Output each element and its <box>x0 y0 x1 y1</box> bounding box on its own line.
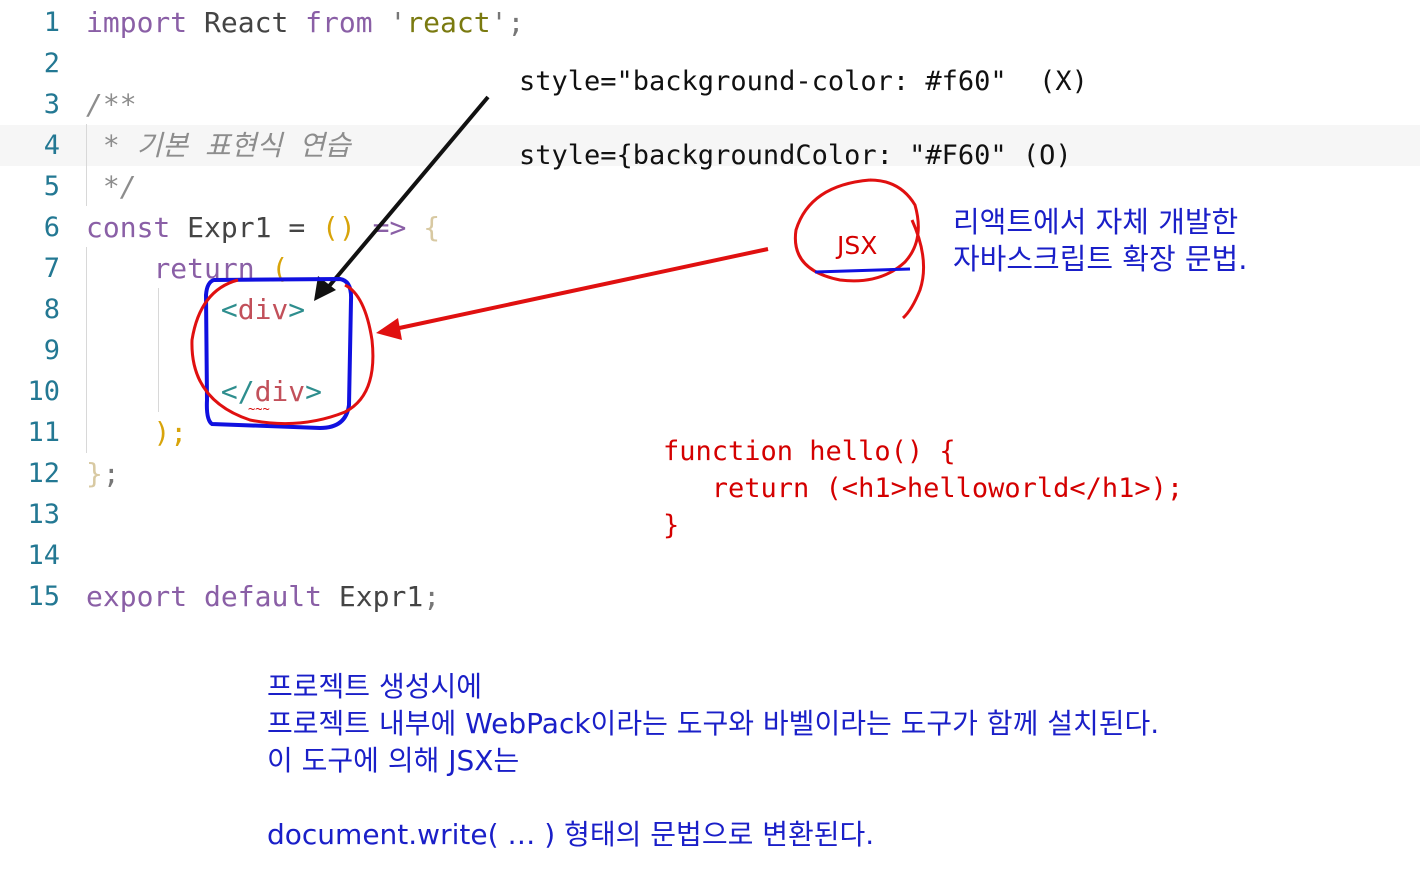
example-code-line-1: function hello() { <box>663 436 956 467</box>
bottom-note-line-1: 프로젝트 생성시에 <box>267 670 482 703</box>
blue-box-marker <box>203 276 354 431</box>
black-arrow-line <box>323 95 490 293</box>
red-arrow-line <box>389 247 769 332</box>
bottom-note-line-4: document.write( … ) 형태의 문법으로 변환된다. <box>267 818 875 851</box>
red-arrowhead <box>376 318 402 340</box>
jsx-description-line-2: 자바스크립트 확장 문법. <box>953 242 1248 276</box>
jsx-description-line-1: 리액트에서 자체 개발한 <box>953 205 1239 239</box>
jsx-blue-underline <box>814 267 911 274</box>
jsx-label: JSX <box>837 231 878 260</box>
bottom-note-line-2: 프로젝트 내부에 WebPack이라는 도구와 바벨이라는 도구가 함께 설치된… <box>267 707 1160 740</box>
style-wrong-note: style="background-color: #f60" (X) <box>519 66 1088 97</box>
bottom-note-line-3: 이 도구에 의해 JSX는 <box>267 744 520 777</box>
example-code-line-2: return (<h1>helloworld</h1>); <box>663 473 1184 504</box>
example-code-line-3: } <box>663 510 680 541</box>
red-circle-marker <box>190 278 375 426</box>
style-right-note: style={backgroundColor: "#F60" (O) <box>519 140 1072 171</box>
